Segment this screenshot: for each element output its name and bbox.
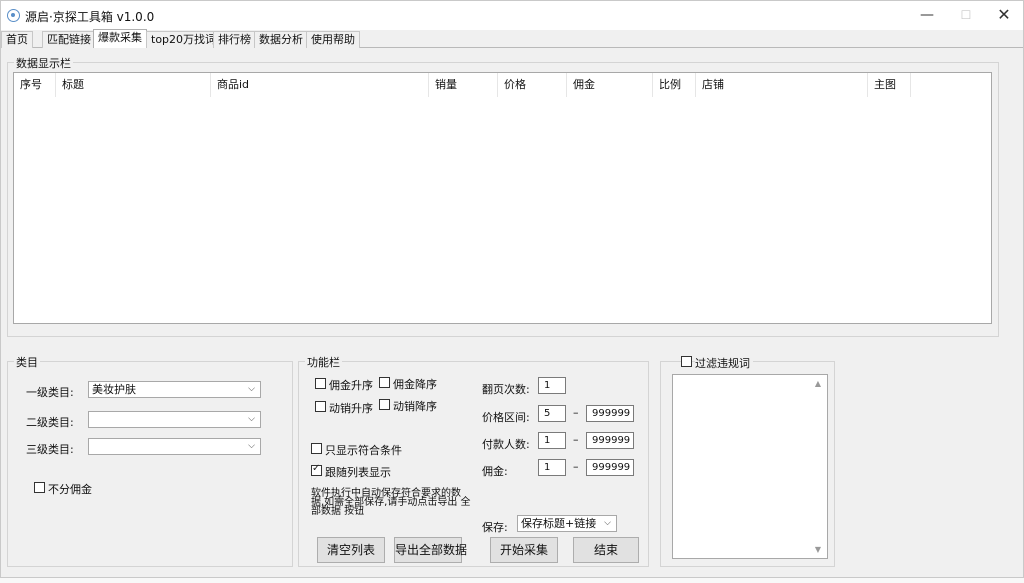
follow-list-checkbox[interactable]: [311, 463, 322, 476]
clear-list-button[interactable]: 清空列表: [317, 537, 385, 563]
tab-match-links[interactable]: 匹配链接: [42, 31, 96, 48]
app-window: 源启·京探工具箱 v1.0.0 — ☐ ✕ 首页 匹配链接 爆款采集 top20…: [0, 0, 1024, 578]
scroll-down-icon[interactable]: ▼: [815, 545, 821, 554]
bottom-strip: [0, 578, 1024, 583]
scroll-up-icon[interactable]: ▲: [815, 379, 821, 388]
app-logo-icon: [7, 9, 20, 22]
function-title: 功能栏: [305, 354, 342, 370]
chevron-down-icon: ⌵: [604, 518, 611, 528]
range-separator: –: [573, 433, 579, 446]
column-header[interactable]: 序号: [14, 73, 56, 97]
chevron-down-icon: ⌵: [248, 441, 255, 451]
end-button[interactable]: 结束: [573, 537, 639, 563]
commission-min-input[interactable]: 1: [538, 459, 566, 476]
column-header[interactable]: 主图: [868, 73, 911, 97]
maximize-button[interactable]: ☐: [956, 6, 976, 24]
data-table[interactable]: 序号 标题 商品id 销量 价格 佣金 比例 店铺 主图: [13, 72, 992, 324]
tab-data-analysis[interactable]: 数据分析: [254, 31, 308, 48]
commission-max-input[interactable]: 999999: [586, 459, 634, 476]
commission-desc-checkbox[interactable]: [379, 377, 390, 388]
level1-category-label: 一级类目:: [26, 386, 74, 399]
buyers-max-input[interactable]: 999999: [586, 432, 634, 449]
follow-list-label: 跟随列表显示: [325, 466, 391, 479]
price-max-input[interactable]: 999999: [586, 405, 634, 422]
tab-hot-collect[interactable]: 爆款采集: [93, 29, 147, 48]
data-display-title: 数据显示栏: [14, 55, 73, 71]
only-matching-label: 只显示符合条件: [325, 444, 402, 457]
chevron-down-icon: ⌵: [248, 384, 255, 394]
pages-input[interactable]: 1: [538, 377, 566, 394]
commission-desc-label: 佣金降序: [393, 378, 437, 391]
export-all-button[interactable]: 导出全部数据: [394, 537, 467, 563]
range-separator: –: [573, 406, 579, 419]
level2-category-select[interactable]: ⌵: [88, 411, 261, 428]
sales-desc-checkbox[interactable]: [379, 399, 390, 410]
column-header[interactable]: 比例: [653, 73, 696, 97]
filter-violation-label: 过滤违规词: [695, 355, 753, 371]
tab-bar: 首页 匹配链接 爆款采集 top20万找词 排行榜 数据分析 使用帮助: [1, 29, 1023, 48]
tab-ranking[interactable]: 排行榜: [213, 31, 256, 48]
auto-save-note: 软件执行中自动保存符合要求的数据,如需全部保存,请手动点击导出 全部数据 按钮: [311, 488, 471, 517]
range-separator: –: [573, 460, 579, 473]
price-min-input[interactable]: 5: [538, 405, 566, 422]
minimize-button[interactable]: —: [917, 6, 937, 24]
level2-category-label: 二级类目:: [26, 416, 74, 429]
no-commission-checkbox[interactable]: [34, 482, 45, 493]
column-header[interactable]: 店铺: [696, 73, 868, 97]
sales-desc-label: 动销降序: [393, 400, 437, 413]
sales-asc-checkbox[interactable]: [315, 401, 326, 412]
column-header[interactable]: 标题: [56, 73, 211, 97]
only-matching-checkbox[interactable]: [311, 443, 322, 454]
sales-asc-label: 动销升序: [329, 402, 373, 415]
chevron-down-icon: ⌵: [248, 414, 255, 424]
buyers-label: 付款人数:: [482, 438, 530, 451]
column-header[interactable]: 佣金: [567, 73, 653, 97]
level1-category-select[interactable]: 美妆护肤 ⌵: [88, 381, 261, 398]
level1-category-value: 美妆护肤: [92, 383, 136, 396]
filter-violation-checkbox[interactable]: [681, 356, 692, 367]
buyers-min-input[interactable]: 1: [538, 432, 566, 449]
save-mode-value: 保存标题+链接: [521, 517, 597, 530]
tab-help[interactable]: 使用帮助: [306, 31, 360, 48]
commission-label: 佣金:: [482, 465, 508, 478]
level3-category-select[interactable]: ⌵: [88, 438, 261, 455]
commission-asc-checkbox[interactable]: [315, 378, 326, 389]
pages-label: 翻页次数:: [482, 383, 530, 396]
save-mode-select[interactable]: 保存标题+链接 ⌵: [517, 515, 617, 532]
close-button[interactable]: ✕: [994, 6, 1014, 24]
level3-category-label: 三级类目:: [26, 443, 74, 456]
tab-top20w-keywords[interactable]: top20万找词: [146, 31, 222, 48]
tab-home[interactable]: 首页: [1, 31, 33, 48]
column-header[interactable]: 价格: [498, 73, 567, 97]
title-bar[interactable]: 源启·京探工具箱 v1.0.0 — ☐ ✕: [1, 1, 1023, 30]
commission-asc-label: 佣金升序: [329, 379, 373, 392]
window-title: 源启·京探工具箱 v1.0.0: [25, 10, 155, 24]
price-range-label: 价格区间:: [482, 411, 530, 424]
category-title: 类目: [14, 354, 40, 370]
filter-words-textarea[interactable]: ▲ ▼: [672, 374, 828, 559]
column-header[interactable]: 销量: [429, 73, 498, 97]
column-header[interactable]: 商品id: [211, 73, 429, 97]
no-commission-label: 不分佣金: [48, 483, 92, 496]
start-collect-button[interactable]: 开始采集: [490, 537, 558, 563]
save-mode-label: 保存:: [482, 521, 508, 534]
